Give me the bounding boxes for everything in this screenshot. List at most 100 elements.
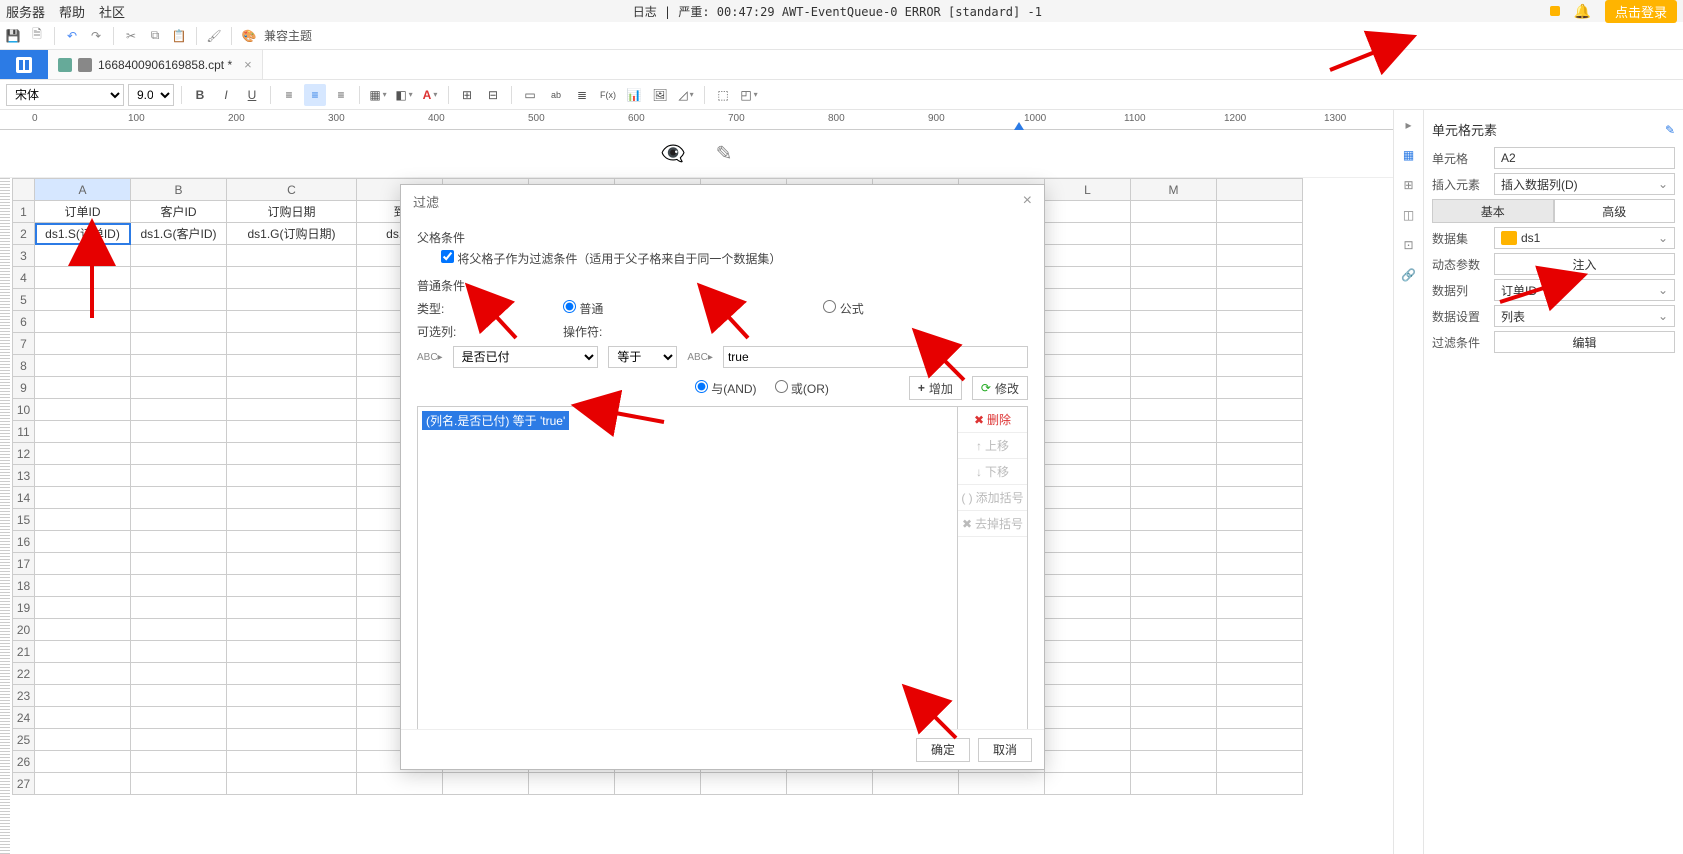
row-header-25[interactable]: 25	[13, 729, 35, 751]
app-logo[interactable]	[0, 50, 48, 79]
save-icon[interactable]: 💾	[4, 27, 22, 45]
cond-attr-icon[interactable]: ⊡	[1400, 236, 1418, 254]
menu-help[interactable]: 帮助	[59, 2, 85, 21]
cell-A1[interactable]: 订单ID	[35, 201, 131, 223]
eye-off-icon[interactable]: 👁‍🗨	[661, 141, 686, 166]
ruler-marker[interactable]	[1014, 122, 1024, 130]
login-button[interactable]: 点击登录	[1605, 0, 1677, 23]
datacol-select[interactable]: 订单ID	[1494, 279, 1675, 301]
insert-text-button[interactable]: ▭	[519, 84, 541, 106]
col-header-B[interactable]: B	[131, 179, 227, 201]
row-header-17[interactable]: 17	[13, 553, 35, 575]
insert-element-select[interactable]: 插入数据列(D)	[1494, 173, 1675, 195]
bell-icon[interactable]: 🔔	[1574, 3, 1591, 20]
cell-C1[interactable]: 订购日期	[227, 201, 357, 223]
row-header-19[interactable]: 19	[13, 597, 35, 619]
align-center-button[interactable]: ≡	[304, 84, 326, 106]
insert-slope-button[interactable]: ◿	[675, 84, 697, 106]
copy-icon[interactable]: ⧉	[146, 27, 164, 45]
col-header-C[interactable]: C	[227, 179, 357, 201]
add-button[interactable]: + 增加	[909, 376, 962, 400]
bgcolor-button[interactable]: ◧	[393, 84, 415, 106]
align-right-button[interactable]: ≡	[330, 84, 352, 106]
fontcolor-button[interactable]: A	[419, 84, 441, 106]
column-select[interactable]: 是否已付	[453, 346, 599, 368]
cell-B2[interactable]: ds1.G(客户ID)	[131, 223, 227, 245]
undo-icon[interactable]: ↶	[63, 27, 81, 45]
col-header-L[interactable]: L	[1045, 179, 1131, 201]
cell-A2[interactable]: ds1.S(订单ID)	[35, 223, 131, 245]
compat-theme[interactable]: 兼容主题	[264, 27, 312, 44]
notif-badge[interactable]	[1550, 6, 1560, 16]
row-header-13[interactable]: 13	[13, 465, 35, 487]
cell-B1[interactable]: 客户ID	[131, 201, 227, 223]
parent-check-row[interactable]: 将父格子作为过滤条件（适用于父子格来自于同一个数据集）	[441, 252, 781, 266]
insert-num-button[interactable]: ≣	[571, 84, 593, 106]
row-header-16[interactable]: 16	[13, 531, 35, 553]
fontsize-select[interactable]: 9.0	[128, 84, 174, 106]
col-header-A[interactable]: A	[35, 179, 131, 201]
menu-server[interactable]: 服务器	[6, 2, 45, 21]
underline-button[interactable]: U	[241, 84, 263, 106]
value-input[interactable]	[723, 346, 1028, 368]
font-select[interactable]: 宋体	[6, 84, 124, 106]
row-header-15[interactable]: 15	[13, 509, 35, 531]
modify-button[interactable]: ⟳ 修改	[972, 376, 1028, 400]
bold-button[interactable]: B	[189, 84, 211, 106]
row-header-8[interactable]: 8	[13, 355, 35, 377]
insert-image-button[interactable]: 🖼	[649, 84, 671, 106]
cell-C2[interactable]: ds1.G(订购日期)	[227, 223, 357, 245]
saveas-icon[interactable]: 🗎	[28, 27, 46, 45]
theme-icon[interactable]: 🎨	[240, 27, 258, 45]
cell-element-icon[interactable]: ▦	[1400, 146, 1418, 164]
cut-icon[interactable]: ✂	[122, 27, 140, 45]
condition-list[interactable]: (列名.是否已付) 等于 'true'	[418, 407, 957, 729]
border-button[interactable]: ▦	[367, 84, 389, 106]
row-header-18[interactable]: 18	[13, 575, 35, 597]
addparen-button[interactable]: ( )添加括号	[958, 485, 1027, 511]
datasetting-select[interactable]: 列表	[1494, 305, 1675, 327]
row-header-5[interactable]: 5	[13, 289, 35, 311]
condition-item[interactable]: (列名.是否已付) 等于 'true'	[422, 411, 569, 430]
parent-checkbox[interactable]	[441, 250, 454, 263]
row-header-7[interactable]: 7	[13, 333, 35, 355]
insert-ab-button[interactable]: ab	[545, 84, 567, 106]
hyperlink-icon[interactable]: 🔗	[1400, 266, 1418, 284]
cell-attr-icon[interactable]: ⊞	[1400, 176, 1418, 194]
row-header-14[interactable]: 14	[13, 487, 35, 509]
movedown-button[interactable]: ↓下移	[958, 459, 1027, 485]
row-header-22[interactable]: 22	[13, 663, 35, 685]
brush-icon[interactable]: 🖌	[205, 27, 223, 45]
insert-chart-button[interactable]: 📊	[623, 84, 645, 106]
or-radio[interactable]: 或(OR)	[775, 380, 829, 397]
redo-icon[interactable]: ↷	[87, 27, 105, 45]
row-header-4[interactable]: 4	[13, 267, 35, 289]
edit-filter-button[interactable]: 编辑	[1494, 331, 1675, 353]
ok-button[interactable]: 确定	[916, 738, 970, 762]
row-header-27[interactable]: 27	[13, 773, 35, 795]
and-radio[interactable]: 与(AND)	[695, 380, 757, 397]
dialog-close-icon[interactable]: ×	[1023, 192, 1032, 210]
paste-icon[interactable]: 📋	[170, 27, 188, 45]
collapse-icon[interactable]: ▸	[1400, 116, 1418, 134]
row-header-1[interactable]: 1	[13, 201, 35, 223]
col-header-M[interactable]: M	[1131, 179, 1217, 201]
tab-basic[interactable]: 基本	[1432, 199, 1554, 223]
moveup-button[interactable]: ↑上移	[958, 433, 1027, 459]
type-formula-radio[interactable]: 公式	[823, 300, 863, 317]
row-header-6[interactable]: 6	[13, 311, 35, 333]
menu-community[interactable]: 社区	[99, 2, 125, 21]
row-header-12[interactable]: 12	[13, 443, 35, 465]
dataset-select[interactable]: ds1	[1494, 227, 1675, 249]
float-button[interactable]: ◰	[738, 84, 760, 106]
merge-button[interactable]: ⊞	[456, 84, 478, 106]
remparen-button[interactable]: ✖去掉括号	[958, 511, 1027, 537]
row-header-23[interactable]: 23	[13, 685, 35, 707]
cell-value-input[interactable]: A2	[1494, 147, 1675, 169]
row-header-10[interactable]: 10	[13, 399, 35, 421]
insert-subreport-button[interactable]: ⬚	[712, 84, 734, 106]
row-header-2[interactable]: 2	[13, 223, 35, 245]
close-tab-icon[interactable]: ×	[244, 57, 252, 72]
type-normal-radio[interactable]: 普通	[563, 300, 603, 317]
row-header-21[interactable]: 21	[13, 641, 35, 663]
